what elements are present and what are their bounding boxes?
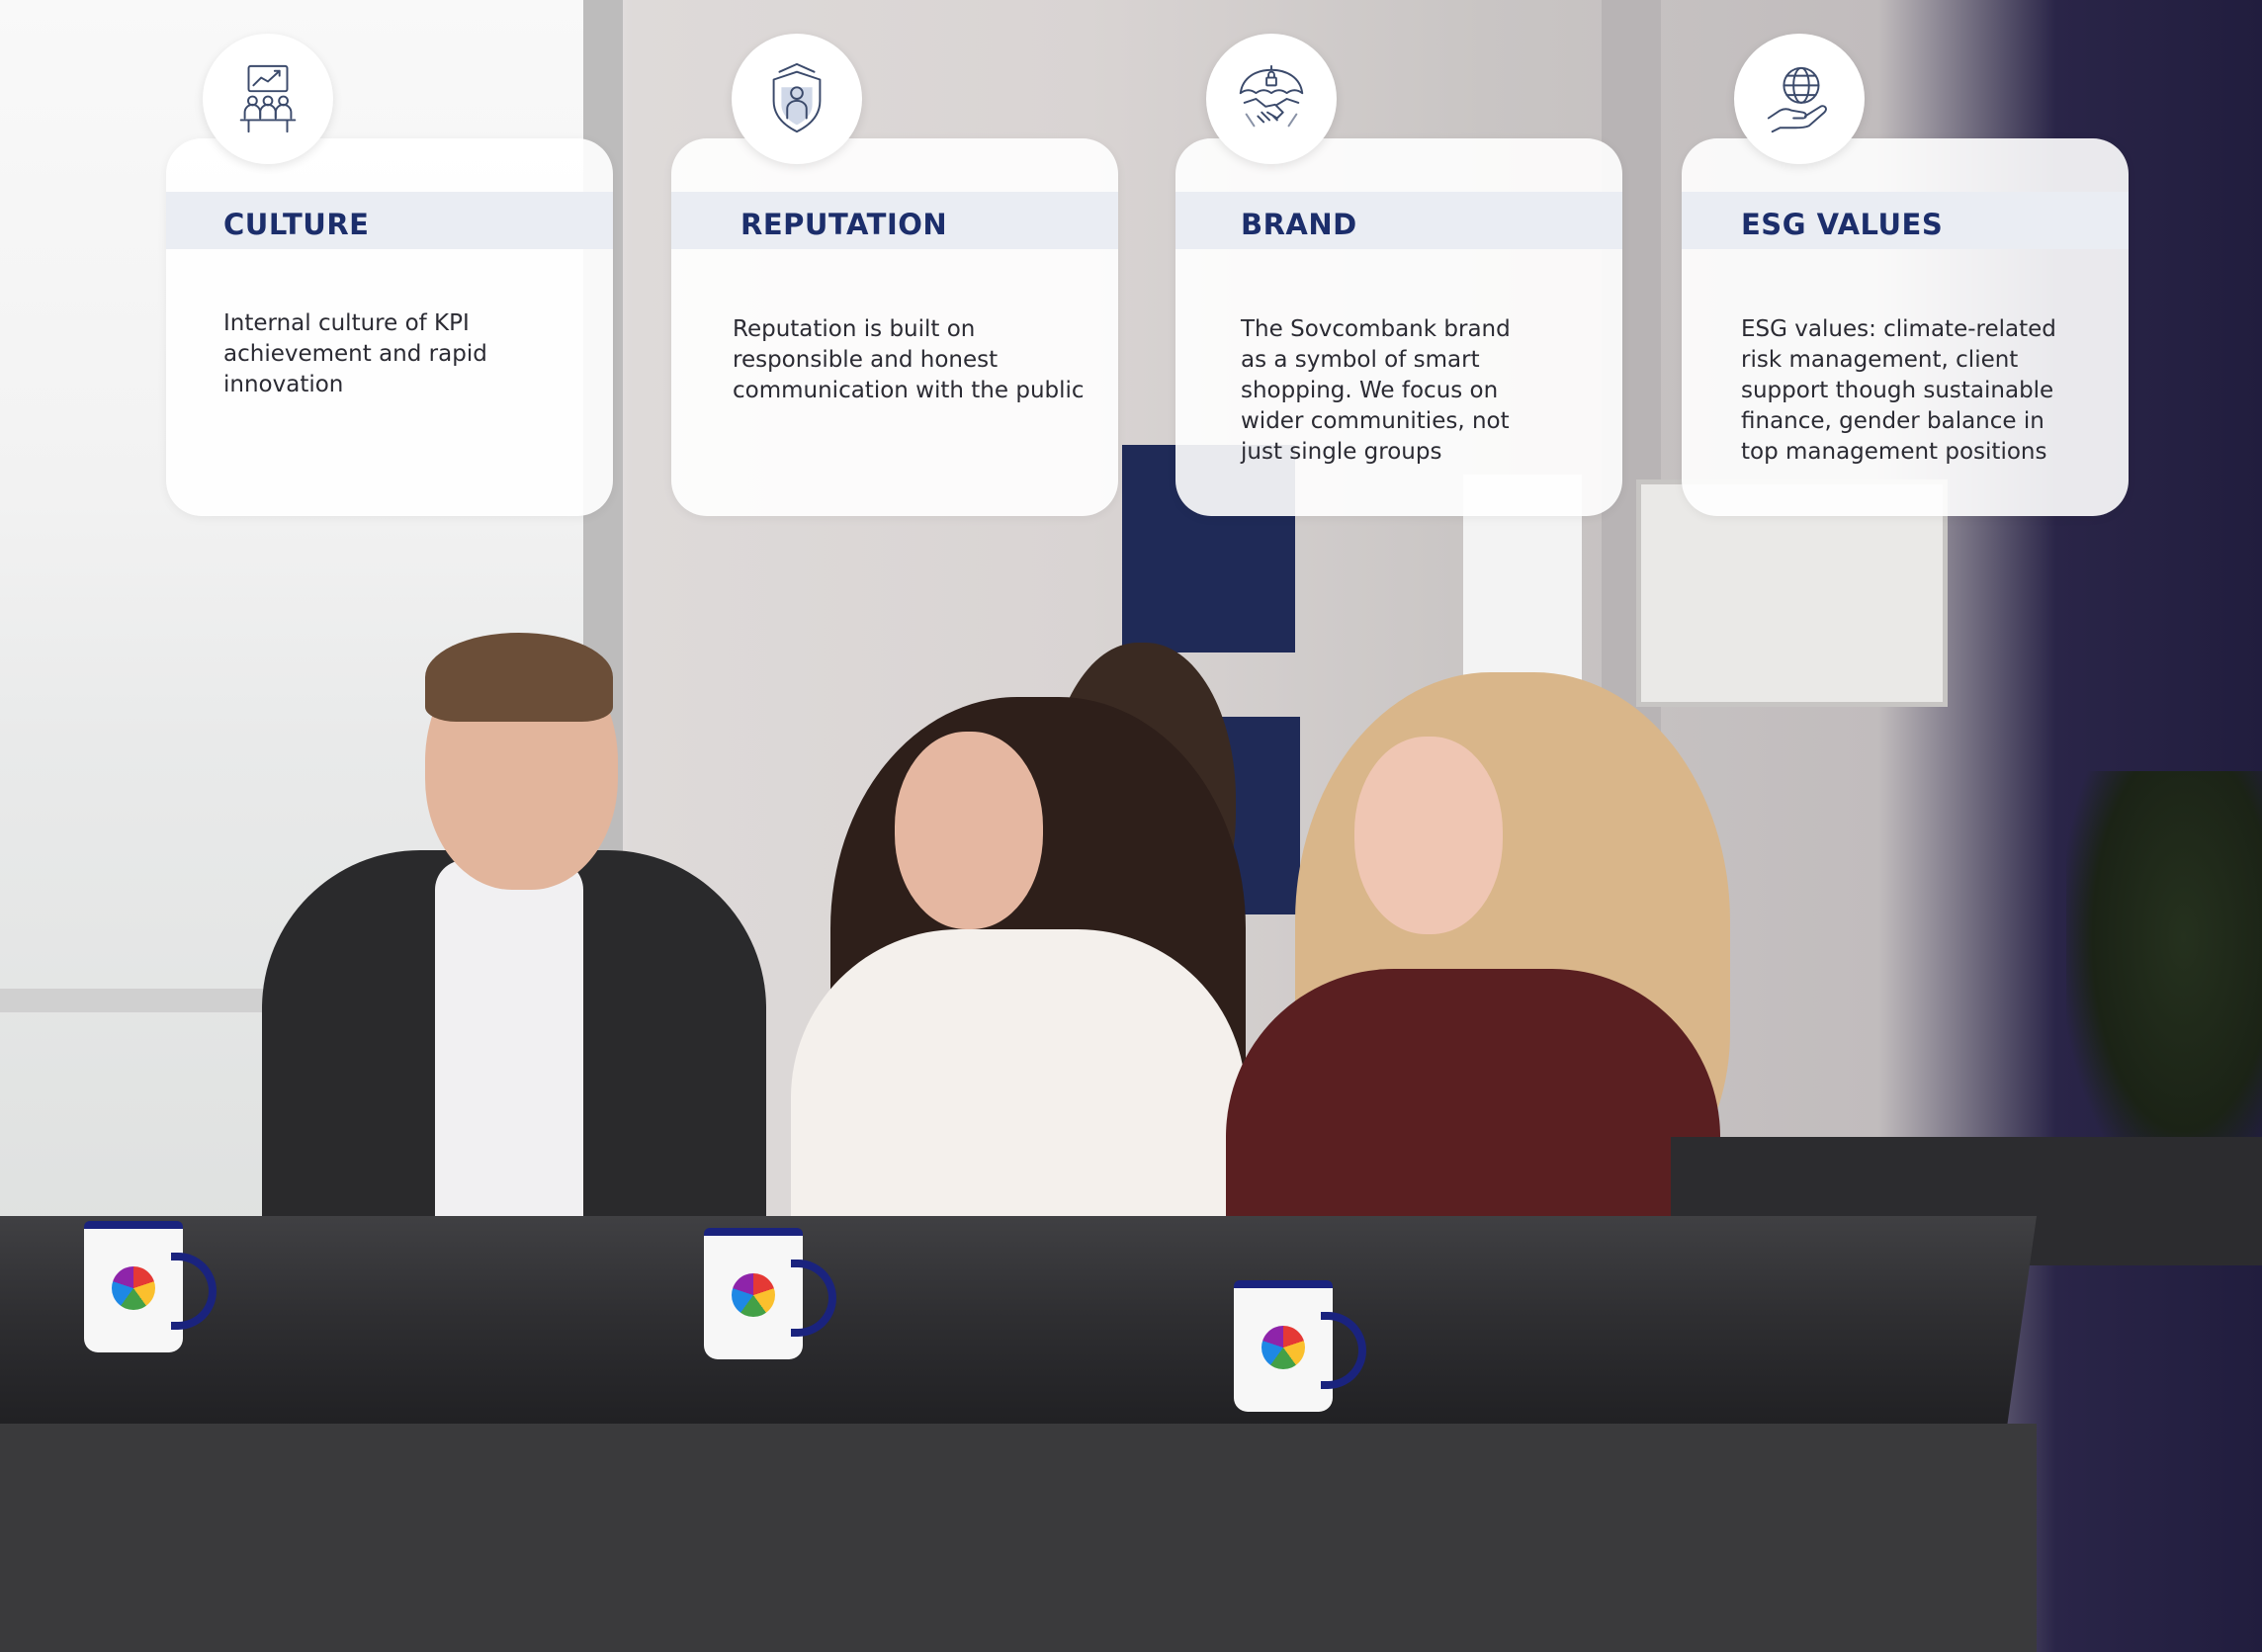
card-text: Reputation is built on responsible and h… xyxy=(733,316,1085,403)
card-title: CULTURE xyxy=(223,208,370,241)
card-esg-values: ESG VALUES ESG values: climate-related r… xyxy=(1682,138,2129,516)
card-culture: CULTURE Internal culture of KPI achievem… xyxy=(166,138,613,516)
person-woman-face xyxy=(895,732,1043,929)
card-title: ESG VALUES xyxy=(1741,208,1944,241)
person-man-shirt xyxy=(435,860,583,1236)
table-top xyxy=(0,1216,2038,1443)
umbrella-handshake-icon xyxy=(1206,34,1337,164)
card-text: ESG values: climate-related risk managem… xyxy=(1741,316,2056,465)
mug xyxy=(704,1228,836,1359)
office-plant xyxy=(2066,771,2262,1186)
mug xyxy=(84,1221,217,1352)
mug-logo xyxy=(732,1273,775,1317)
mug xyxy=(1234,1280,1366,1412)
globe-hand-icon xyxy=(1734,34,1865,164)
table-edge xyxy=(0,1424,2037,1652)
card-title: REPUTATION xyxy=(740,208,948,241)
team-growth-icon xyxy=(203,34,333,164)
mug-logo xyxy=(1262,1326,1305,1369)
shield-person-icon xyxy=(732,34,862,164)
person-man-hair xyxy=(425,633,613,722)
card-reputation: REPUTATION Reputation is built on respon… xyxy=(671,138,1118,516)
person-woman-face xyxy=(1354,737,1503,934)
card-title: BRAND xyxy=(1241,208,1357,241)
card-text: The Sovcombank brand as a symbol of smar… xyxy=(1241,316,1511,465)
mug-logo xyxy=(112,1266,155,1310)
card-brand: BRAND The Sovcombank brand as a symbol o… xyxy=(1175,138,1622,516)
card-text: Internal culture of KPI achievement and … xyxy=(223,310,487,397)
